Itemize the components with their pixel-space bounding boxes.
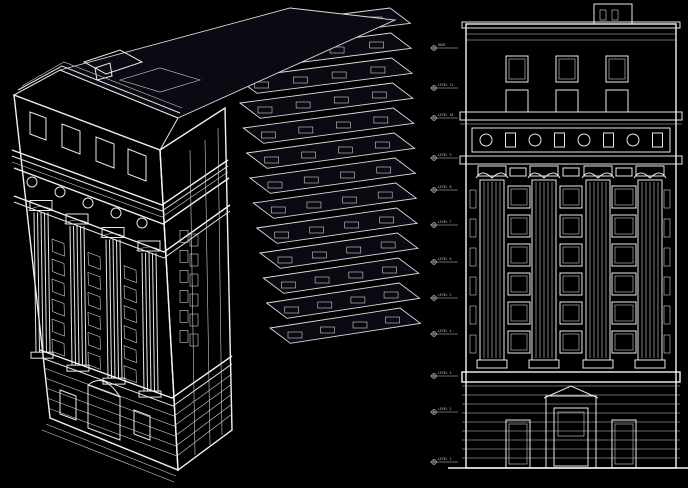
level-marker: LEVEL 8 bbox=[430, 185, 458, 193]
window bbox=[123, 365, 137, 384]
level-label: LEVEL 6 bbox=[438, 257, 452, 261]
level-marker: LEVEL 11 bbox=[430, 83, 458, 91]
window bbox=[179, 250, 189, 263]
window bbox=[51, 238, 65, 257]
window bbox=[179, 290, 189, 303]
level-marker: LEVEL 7 bbox=[430, 220, 458, 228]
elevation-column bbox=[634, 179, 666, 369]
window bbox=[51, 338, 65, 357]
level-marker: ROOF bbox=[430, 43, 458, 51]
front-elevation: ROOF LEVEL 11 LEVEL 10 LEVEL 9 LEVEL 8 LEVEL … bbox=[430, 3, 688, 469]
window bbox=[51, 298, 65, 317]
elevation-window bbox=[611, 185, 637, 209]
window bbox=[87, 291, 101, 310]
window bbox=[123, 285, 137, 304]
level-marker: LEVEL 2 bbox=[430, 407, 458, 415]
window bbox=[87, 271, 101, 290]
window bbox=[179, 310, 189, 323]
level-label: LEVEL 9 bbox=[438, 153, 452, 157]
elevation-column bbox=[476, 179, 508, 369]
column bbox=[135, 240, 163, 398]
level-label: LEVEL 10 bbox=[438, 113, 453, 117]
level-marker: LEVEL 10 bbox=[430, 113, 458, 121]
level-label: LEVEL 5 bbox=[438, 293, 452, 297]
window bbox=[87, 251, 101, 270]
window bbox=[87, 331, 101, 350]
window bbox=[123, 345, 137, 364]
window bbox=[189, 293, 199, 307]
column bbox=[99, 227, 127, 385]
level-label: LEVEL 2 bbox=[438, 407, 452, 411]
column bbox=[63, 213, 91, 372]
level-marker: LEVEL 1 bbox=[430, 457, 458, 465]
level-marker: LEVEL 9 bbox=[430, 153, 458, 161]
window bbox=[179, 270, 189, 283]
drawing-canvas: ROOF LEVEL 11 LEVEL 10 LEVEL 9 LEVEL 8 LEVEL … bbox=[11, 3, 688, 483]
window bbox=[51, 278, 65, 297]
elevation-window bbox=[611, 214, 637, 238]
level-label: LEVEL 4 bbox=[438, 329, 452, 333]
axonometric-exploded-view bbox=[11, 7, 422, 483]
level-label: LEVEL 1 bbox=[438, 457, 452, 461]
level-label: LEVEL 11 bbox=[438, 83, 453, 87]
window bbox=[123, 325, 137, 344]
window bbox=[189, 253, 199, 267]
window bbox=[189, 273, 199, 287]
window bbox=[179, 330, 189, 343]
level-marker: LEVEL 4 bbox=[430, 329, 458, 337]
window bbox=[51, 318, 65, 337]
window bbox=[123, 265, 137, 284]
window bbox=[123, 305, 137, 324]
level-label: LEVEL 7 bbox=[438, 220, 452, 224]
level-label: LEVEL 8 bbox=[438, 185, 452, 189]
level-markers: ROOF LEVEL 11 LEVEL 10 LEVEL 9 LEVEL 8 LEVEL … bbox=[430, 43, 458, 465]
window bbox=[189, 313, 199, 327]
window bbox=[189, 333, 199, 347]
level-marker: LEVEL 6 bbox=[430, 257, 458, 265]
level-marker: LEVEL 5 bbox=[430, 293, 458, 301]
drawing-sheet: ROOF LEVEL 11 LEVEL 10 LEVEL 9 LEVEL 8 LEVEL … bbox=[0, 0, 688, 488]
building-front-face bbox=[11, 49, 233, 483]
elevation-column bbox=[582, 179, 614, 369]
level-label: ROOF bbox=[438, 43, 446, 47]
level-marker: LEVEL 3 bbox=[430, 371, 458, 379]
elevation-column bbox=[528, 179, 560, 369]
window bbox=[51, 258, 65, 277]
window bbox=[87, 311, 101, 330]
level-label: LEVEL 3 bbox=[438, 371, 452, 375]
window bbox=[87, 351, 101, 370]
